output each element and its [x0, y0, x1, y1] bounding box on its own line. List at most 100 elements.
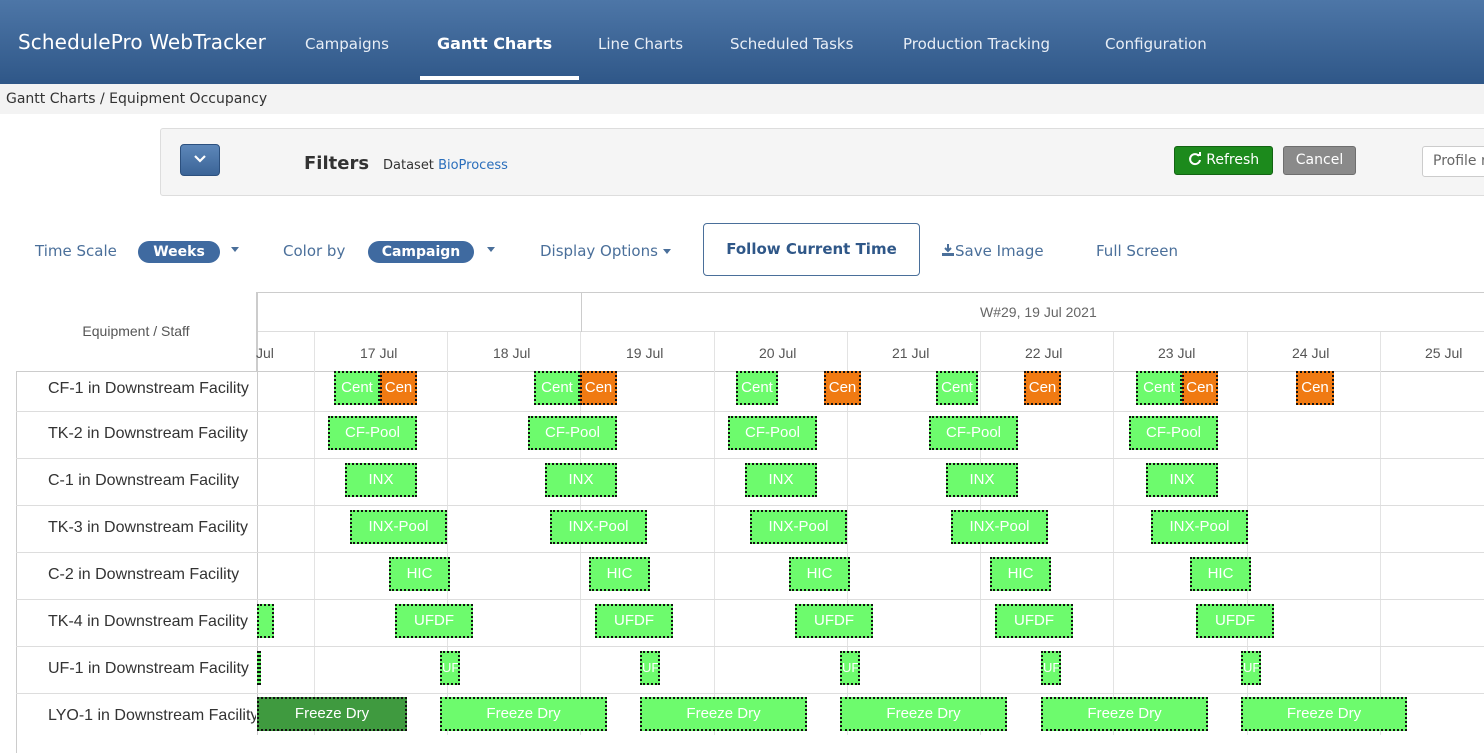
color-by-select[interactable]: Campaign	[368, 241, 474, 263]
refresh-button[interactable]: Refresh	[1174, 146, 1273, 175]
row-label-c-1[interactable]: C-1 in Downstream Facility	[16, 472, 256, 490]
full-screen-button[interactable]: Full Screen	[1096, 242, 1178, 260]
task-bar-freeze-dry[interactable]: Freeze Dry	[640, 697, 807, 731]
nav-scheduled-tasks[interactable]: Scheduled Tasks	[730, 35, 853, 53]
refresh-label: Refresh	[1206, 152, 1260, 168]
week-header	[257, 292, 1484, 332]
task-bar-cen[interactable]: Cen	[580, 371, 617, 405]
task-bar-cent[interactable]: Cent	[736, 371, 778, 405]
task-bar-inx-pool[interactable]: INX-Pool	[1151, 510, 1248, 544]
task-bar-inx[interactable]: INX	[1146, 463, 1218, 497]
task-bar-hic[interactable]: HIC	[1190, 557, 1251, 591]
task-bar-freeze-dry[interactable]: Freeze Dry	[440, 697, 607, 731]
task-bar-uf-partial[interactable]	[257, 651, 261, 685]
task-bar-ufdf[interactable]: UFDF	[795, 604, 873, 638]
time-scale-select[interactable]: Weeks	[138, 241, 220, 263]
task-bar-cen[interactable]: Cen	[1182, 371, 1218, 405]
week-label: W#29, 19 Jul 2021	[980, 304, 1097, 320]
task-bar-inx-pool[interactable]: INX-Pool	[350, 510, 447, 544]
task-bar-freeze-dry[interactable]: Freeze Dry	[1041, 697, 1208, 731]
follow-current-time-button[interactable]: Follow Current Time	[703, 223, 920, 276]
row-label-tk-2[interactable]: TK-2 in Downstream Facility	[16, 425, 256, 443]
row-label-cf-1[interactable]: CF-1 in Downstream Facility	[16, 380, 256, 398]
task-bar-cen[interactable]: Cen	[380, 371, 417, 405]
task-bar-cf-pool[interactable]: CF-Pool	[328, 416, 417, 450]
task-bar-hic[interactable]: HIC	[789, 557, 850, 591]
task-bar-cent[interactable]: Cent	[1136, 371, 1182, 405]
row-label-c-2[interactable]: C-2 in Downstream Facility	[16, 566, 256, 584]
row-label-uf-1[interactable]: UF-1 in Downstream Facility	[16, 660, 256, 678]
task-bar-freeze-dry[interactable]: Freeze Dry	[1241, 697, 1407, 731]
task-bar-ufdf[interactable]: UFDF	[395, 604, 473, 638]
task-bar-cent[interactable]: Cent	[534, 371, 580, 405]
filters-toggle-button[interactable]	[180, 144, 220, 176]
row-separator	[16, 505, 1484, 506]
task-bar-inx[interactable]: INX	[946, 463, 1018, 497]
week-divider	[581, 292, 582, 332]
task-bar-ufdf-partial[interactable]	[257, 604, 274, 638]
task-bar-cen[interactable]: Cen	[824, 371, 861, 405]
row-label-tk-4[interactable]: TK-4 in Downstream Facility	[16, 613, 256, 631]
task-bar-cent[interactable]: Cent	[936, 371, 978, 405]
day-label: 17 Jul	[360, 345, 398, 361]
download-icon	[942, 244, 954, 256]
display-options-dropdown[interactable]: Display Options	[540, 242, 671, 260]
task-bar-uf[interactable]: UF	[640, 651, 660, 685]
day-label: 25 Jul	[1425, 345, 1463, 361]
task-bar-uf[interactable]: UF	[1041, 651, 1061, 685]
color-by-label: Color by	[283, 242, 346, 260]
task-bar-hic[interactable]: HIC	[990, 557, 1051, 591]
task-bar-hic[interactable]: HIC	[389, 557, 450, 591]
task-bar-freeze-dry-selected[interactable]: Freeze Dry	[257, 697, 407, 731]
day-label: 20 Jul	[759, 345, 797, 361]
row-separator	[16, 411, 1484, 412]
task-bar-inx[interactable]: INX	[545, 463, 617, 497]
dataset-info: Dataset BioProcess	[383, 158, 508, 173]
task-bar-ufdf[interactable]: UFDF	[995, 604, 1073, 638]
row-separator	[16, 599, 1484, 600]
task-bar-cf-pool[interactable]: CF-Pool	[728, 416, 817, 450]
time-scale-caret-icon[interactable]	[231, 247, 239, 252]
task-bar-uf[interactable]: UF	[840, 651, 860, 685]
task-bar-uf[interactable]: UF	[1241, 651, 1261, 685]
task-bar-inx[interactable]: INX	[345, 463, 417, 497]
task-bar-inx-pool[interactable]: INX-Pool	[550, 510, 647, 544]
save-image-button[interactable]: Save Image	[941, 242, 1044, 260]
filters-title: Filters	[304, 153, 370, 174]
day-label: 23 Jul	[1158, 345, 1196, 361]
nav-configuration[interactable]: Configuration	[1105, 35, 1207, 53]
row-label-lyo-1[interactable]: LYO-1 in Downstream Facility	[16, 707, 256, 725]
color-by-caret-icon[interactable]	[487, 247, 495, 252]
task-bar-hic[interactable]: HIC	[589, 557, 650, 591]
task-bar-cf-pool[interactable]: CF-Pool	[929, 416, 1018, 450]
row-separator	[16, 552, 1484, 553]
task-bar-inx[interactable]: INX	[745, 463, 817, 497]
dataset-link[interactable]: BioProcess	[438, 158, 508, 173]
cancel-button[interactable]: Cancel	[1283, 146, 1356, 175]
task-bar-cen[interactable]: Cen	[1296, 371, 1334, 405]
refresh-icon	[1188, 152, 1201, 166]
day-label: 22 Jul	[1025, 345, 1063, 361]
task-bar-cf-pool[interactable]: CF-Pool	[1129, 416, 1218, 450]
display-options-label: Display Options	[540, 242, 658, 260]
task-bar-ufdf[interactable]: UFDF	[1196, 604, 1274, 638]
equipment-column-header: Equipment / Staff	[16, 292, 257, 372]
nav-gantt-charts[interactable]: Gantt Charts	[437, 34, 552, 53]
task-bar-freeze-dry[interactable]: Freeze Dry	[840, 697, 1007, 731]
nav-campaigns[interactable]: Campaigns	[305, 35, 389, 53]
row-label-tk-3[interactable]: TK-3 in Downstream Facility	[16, 519, 256, 537]
app-title[interactable]: SchedulePro WebTracker	[18, 30, 266, 54]
task-bar-uf[interactable]: UF	[440, 651, 460, 685]
task-bar-inx-pool[interactable]: INX-Pool	[750, 510, 847, 544]
profile-input[interactable]: Profile n	[1422, 146, 1484, 177]
day-label: Jul	[256, 345, 274, 361]
task-bar-cent[interactable]: Cent	[334, 371, 380, 405]
nav-line-charts[interactable]: Line Charts	[598, 35, 683, 53]
day-label: 21 Jul	[892, 345, 930, 361]
day-label: 24 Jul	[1292, 345, 1330, 361]
task-bar-cen[interactable]: Cen	[1024, 371, 1061, 405]
task-bar-inx-pool[interactable]: INX-Pool	[951, 510, 1048, 544]
nav-production-tracking[interactable]: Production Tracking	[903, 35, 1050, 53]
task-bar-cf-pool[interactable]: CF-Pool	[528, 416, 617, 450]
task-bar-ufdf[interactable]: UFDF	[595, 604, 673, 638]
